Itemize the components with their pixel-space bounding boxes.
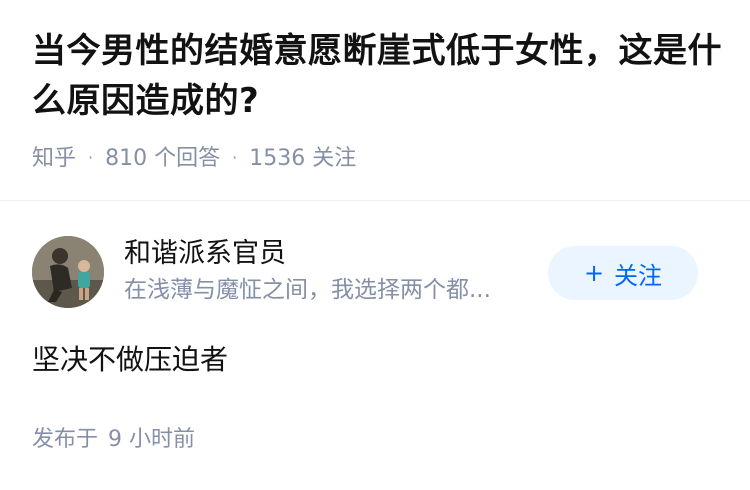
follow-button-label: 关注 [614, 261, 663, 290]
question-title[interactable]: 当今男性的结婚意愿断崖式低于女性，这是什么原因造成的? [32, 26, 722, 126]
follow-author-button[interactable]: + 关注 [548, 246, 698, 300]
follow-count: 1536 [249, 146, 306, 171]
question-header: 当今男性的结婚意愿断崖式低于女性，这是什么原因造成的? 知乎 · 810 个回答 · 1… [32, 26, 722, 175]
plus-icon: + [583, 259, 605, 287]
section-divider [0, 200, 750, 201]
publish-prefix: 发布于 [32, 427, 99, 452]
source-label[interactable]: 知乎 [32, 146, 76, 171]
separator-dot: · [232, 148, 238, 167]
answer-content[interactable]: 坚决不做压迫者 [32, 340, 722, 380]
separator-dot: · [88, 148, 94, 167]
answer-card: 和谐派系官员 在浅薄与魔怔之间，我选择两个都... + 关注 坚决不做压迫者 发布… [32, 236, 722, 456]
follow-count-label: 关注 [312, 146, 357, 171]
author-name[interactable]: 和谐派系官员 [124, 236, 544, 272]
publish-time-value: 9 小时前 [108, 427, 196, 452]
zhihu-answer-page: 当今男性的结婚意愿断崖式低于女性，这是什么原因造成的? 知乎 · 810 个回答 · 1… [0, 0, 750, 490]
author-info: 和谐派系官员 在浅薄与魔怔之间，我选择两个都... [124, 236, 544, 306]
author-bio: 在浅薄与魔怔之间，我选择两个都... [124, 277, 491, 303]
author-row: 和谐派系官员 在浅薄与魔怔之间，我选择两个都... + 关注 [32, 236, 722, 308]
answer-count: 810 [105, 146, 148, 171]
answer-count-label[interactable]: 个回答 [154, 146, 220, 171]
question-meta: 知乎 · 810 个回答 · 1536 关注 [32, 142, 722, 175]
publish-time: 发布于 9 小时前 [32, 424, 722, 456]
author-avatar[interactable] [32, 236, 104, 308]
user-avatar-photo-icon [32, 236, 104, 308]
